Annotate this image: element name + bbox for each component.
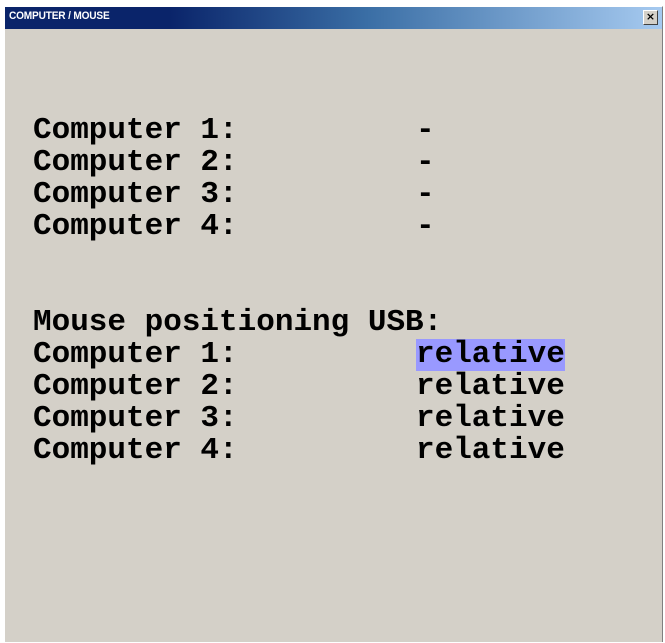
computer-label: Computer 1: xyxy=(33,113,238,148)
close-icon: × xyxy=(645,10,656,23)
mouse-mode-value[interactable]: relative xyxy=(416,371,565,403)
mouse-row-3[interactable]: Computer 3: relative xyxy=(33,403,565,435)
computer-value: - xyxy=(416,177,435,212)
computer-row-1[interactable]: Computer 1: - xyxy=(33,115,435,147)
computer-row-3[interactable]: Computer 3: - xyxy=(33,179,435,211)
osd-window: COMPUTER / MOUSE × Computer 1: - Compute… xyxy=(4,6,663,642)
mouse-computer-label: Computer 2: xyxy=(33,369,238,404)
close-button[interactable]: × xyxy=(643,10,658,25)
mouse-computer-label: Computer 4: xyxy=(33,433,238,468)
mouse-computer-label: Computer 1: xyxy=(33,337,238,372)
computer-label: Computer 2: xyxy=(33,145,238,180)
computer-row-2[interactable]: Computer 2: - xyxy=(33,147,435,179)
computer-row-4[interactable]: Computer 4: - xyxy=(33,211,435,243)
computer-value: - xyxy=(416,113,435,148)
osd-content: Computer 1: - Computer 2: - Computer 3: … xyxy=(5,29,662,643)
computer-label: Computer 4: xyxy=(33,209,238,244)
window-title: COMPUTER / MOUSE xyxy=(9,10,110,22)
mouse-row-4[interactable]: Computer 4: relative xyxy=(33,435,565,467)
mouse-mode-value-selected[interactable]: relative xyxy=(416,339,565,371)
computer-value: - xyxy=(416,145,435,180)
mouse-mode-value[interactable]: relative xyxy=(416,403,565,435)
mouse-row-2[interactable]: Computer 2: relative xyxy=(33,371,565,403)
computer-value: - xyxy=(416,209,435,244)
mouse-computer-label: Computer 3: xyxy=(33,401,238,436)
computer-label: Computer 3: xyxy=(33,177,238,212)
section-heading: Mouse positioning USB: xyxy=(33,305,443,340)
mouse-mode-value[interactable]: relative xyxy=(416,435,565,467)
mouse-row-1[interactable]: Computer 1: relative xyxy=(33,339,565,371)
mouse-positioning-heading: Mouse positioning USB: xyxy=(33,307,442,339)
title-bar: COMPUTER / MOUSE × xyxy=(5,7,662,29)
